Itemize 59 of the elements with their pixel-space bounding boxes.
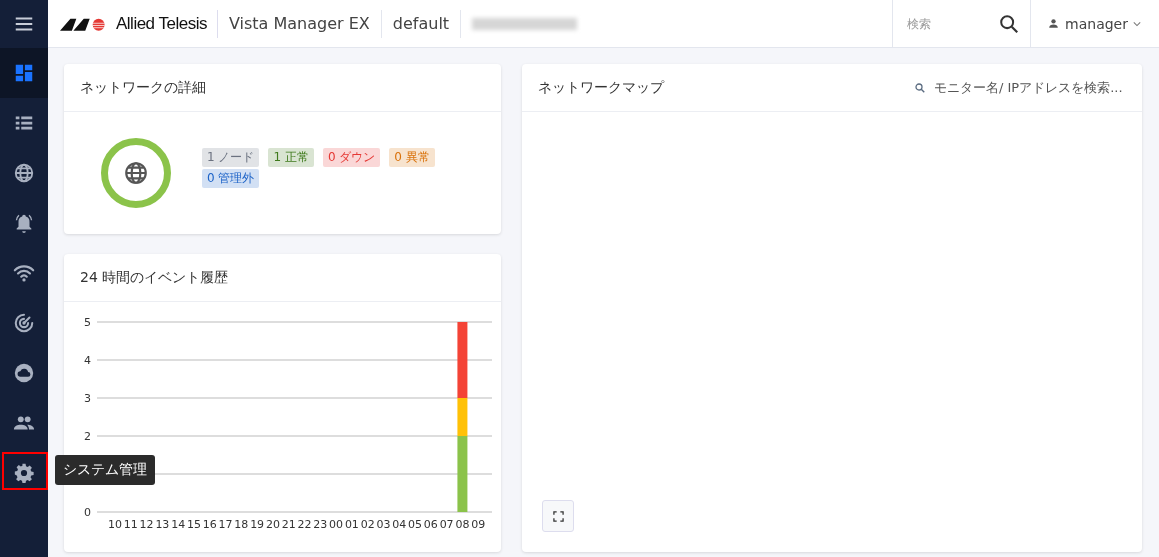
person-icon (1047, 17, 1061, 30)
axis-label: 16 (202, 518, 217, 531)
status-badge: 0 管理外 (202, 169, 260, 188)
axis-label: 01 (344, 518, 359, 531)
axis-label: 22 (297, 518, 312, 531)
axis-label: 20 (265, 518, 280, 531)
status-badge: 1 ノード (202, 148, 260, 167)
status-badge: 0 異常 (389, 148, 435, 167)
card-title: ネットワークの詳細 (80, 78, 206, 97)
axis-label: 08 (455, 518, 470, 531)
axis-label: 00 (329, 518, 344, 531)
wifi-icon (13, 262, 35, 284)
axis-label: 15 (186, 518, 201, 531)
card-title: ネットワークマップ (538, 78, 664, 97)
caret-icon (1133, 20, 1141, 27)
axis-label: 18 (234, 518, 249, 531)
globe-icon (13, 162, 35, 184)
axis-label: 4 (84, 354, 91, 367)
axis-label: 3 (84, 392, 91, 405)
search-field[interactable]: 検索 (905, 15, 990, 32)
tooltip: システム管理 (55, 455, 155, 485)
site-name: default (381, 9, 462, 38)
product-name: Vista Manager EX (217, 9, 382, 38)
nav-item[interactable] (0, 48, 48, 98)
bell-icon (13, 212, 35, 234)
axis-label: 0 (84, 506, 91, 519)
search-field[interactable]: モニター名/ IPアドレスを検索... (932, 79, 1126, 96)
axis-label: 10 (108, 518, 122, 531)
axis-label: 14 (171, 518, 186, 531)
fullscreen-button[interactable] (542, 500, 574, 532)
axis-label: 19 (250, 518, 265, 531)
axis-label: 2 (84, 430, 91, 443)
axis-label: 12 (139, 518, 154, 531)
axis-label: 23 (313, 518, 328, 531)
axis-label: 13 (155, 518, 170, 531)
settings-icon (13, 462, 35, 484)
search-icon (998, 12, 1021, 35)
axis-label: 02 (360, 518, 375, 531)
axis-label: 5 (84, 316, 91, 329)
expand-icon (552, 510, 564, 522)
radar-icon (13, 312, 35, 334)
axis-label: 07 (439, 518, 454, 531)
search-icon (914, 81, 926, 94)
axis-label: 05 (408, 518, 423, 531)
dashboard-icon (13, 62, 35, 84)
axis-label: 06 (423, 518, 438, 531)
cloud-icon (13, 362, 35, 384)
axis-label: 21 (281, 518, 296, 531)
card-title: 24 時間のイベント履歴 (80, 268, 229, 287)
axis-label: 09 (471, 518, 486, 531)
status-badge: 1 正常 (268, 148, 314, 167)
axis-label: 03 (376, 518, 391, 531)
axis-label: 17 (218, 518, 233, 531)
axis-label: 11 (123, 518, 138, 531)
highlight-frame (2, 452, 48, 490)
axis-label: 04 (392, 518, 407, 531)
brand-name: Allied Telesis (116, 13, 207, 34)
globe-icon (123, 160, 149, 186)
status-badge: 0 ダウン (322, 148, 381, 167)
